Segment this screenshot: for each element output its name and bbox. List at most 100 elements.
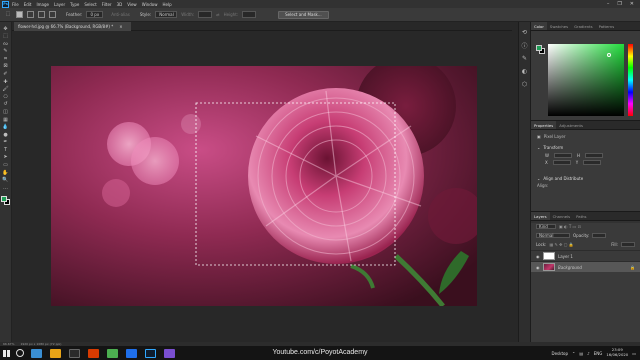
taskbar-app-icon[interactable] <box>107 348 118 358</box>
menu-window[interactable]: Window <box>142 2 158 7</box>
add-selection-icon[interactable] <box>27 11 34 18</box>
taskbar-app-icon[interactable] <box>31 348 42 358</box>
blend-mode-select[interactable]: Normal <box>536 233 570 238</box>
tab-properties[interactable]: Properties <box>531 121 557 129</box>
taskbar-app-icon[interactable] <box>50 348 61 358</box>
close-tab-icon[interactable]: × <box>119 24 122 29</box>
gradient-icon[interactable]: ▦ <box>2 117 10 123</box>
frame-icon[interactable]: ⊠ <box>2 64 10 70</box>
antialias-checkbox[interactable]: Anti-alias <box>111 12 130 17</box>
lasso-icon[interactable]: ᔓ <box>2 41 10 47</box>
menu-select[interactable]: Select <box>84 2 96 7</box>
minimize-button[interactable]: – <box>607 1 610 7</box>
volume-icon[interactable]: ♪ <box>587 351 590 356</box>
network-icon[interactable]: ▤ <box>579 351 583 356</box>
tab-adjustments[interactable]: Adjustments <box>556 121 586 129</box>
x-field[interactable] <box>552 160 571 165</box>
fill-input[interactable] <box>621 242 635 247</box>
menu-image[interactable]: Image <box>36 2 49 7</box>
close-button[interactable]: ✕ <box>630 1 634 7</box>
tab-gradients[interactable]: Gradients <box>571 22 596 30</box>
eraser-icon[interactable]: ◫ <box>2 109 10 115</box>
move-icon[interactable]: ✥ <box>2 26 10 32</box>
height-field[interactable] <box>584 153 603 158</box>
taskbar-photoshop-icon[interactable] <box>145 348 156 358</box>
healing-icon[interactable]: ✚ <box>2 79 10 85</box>
width-field[interactable] <box>553 153 572 158</box>
pen-icon[interactable]: ✒ <box>2 140 10 146</box>
clock[interactable]: 23:09 16/06/2020 <box>606 348 628 357</box>
taskbar-app-icon[interactable] <box>88 348 99 358</box>
swap-icon[interactable]: ⇄ <box>216 12 219 17</box>
search-icon[interactable] <box>16 349 24 357</box>
taskbar-app-icon[interactable] <box>126 348 137 358</box>
stamp-icon[interactable]: ⎔ <box>2 94 10 100</box>
tab-swatches[interactable]: Swatches <box>547 22 571 30</box>
taskbar-app-icon[interactable] <box>164 348 175 358</box>
feather-input[interactable]: 0 px <box>86 11 104 18</box>
intersect-selection-icon[interactable] <box>49 11 56 18</box>
y-field[interactable] <box>583 160 602 165</box>
subtract-selection-icon[interactable] <box>38 11 45 18</box>
brush-settings-icon[interactable]: ✎ <box>521 54 529 62</box>
opacity-input[interactable] <box>592 233 607 238</box>
visibility-eye-icon[interactable]: ◉ <box>536 265 540 270</box>
menu-3d[interactable]: 3D <box>117 2 123 7</box>
color-swatches[interactable] <box>0 195 11 206</box>
transform-section[interactable]: ⌄ Transform <box>537 144 634 151</box>
hand-icon[interactable]: ✋ <box>2 170 10 176</box>
align-section[interactable]: ⌄ Align and Distribute <box>537 175 634 182</box>
layer-row[interactable]: ◉ Layer 1 <box>531 250 640 261</box>
tab-channels[interactable]: Channels <box>550 212 574 220</box>
quick-select-icon[interactable]: ✎ <box>2 49 10 55</box>
document-tab[interactable]: flower-hd.jpg @ 66.7% (Background, RGB/8… <box>14 22 131 31</box>
image-canvas[interactable] <box>51 66 477 306</box>
eyedropper-icon[interactable]: ✐ <box>2 71 10 77</box>
menu-file[interactable]: File <box>12 2 19 7</box>
paths-panel-icon[interactable]: ⬡ <box>521 80 529 88</box>
maximize-button[interactable]: ❐ <box>617 1 621 7</box>
width-input[interactable] <box>198 11 213 18</box>
menu-layer[interactable]: Layer <box>54 2 65 7</box>
type-icon[interactable]: T <box>2 147 10 153</box>
kind-filter-select[interactable]: Kind <box>536 224 556 229</box>
style-select[interactable]: Normal <box>155 11 178 18</box>
history-brush-icon[interactable]: ↺ <box>2 102 10 108</box>
select-and-mask-button[interactable]: Select and Mask... <box>278 10 329 19</box>
layer-row[interactable]: ◉ Background 🔒 <box>531 261 640 272</box>
tab-color[interactable]: Color <box>531 22 547 30</box>
menu-filter[interactable]: Filter <box>102 2 112 7</box>
lock-icons[interactable]: ▦ ✎ ✥ ▢ 🔒 <box>549 242 573 247</box>
language-indicator[interactable]: ENG <box>594 351 603 356</box>
foreground-color-swatch[interactable] <box>0 195 7 202</box>
marquee-icon[interactable]: ⬚ <box>2 34 10 40</box>
zoom-icon[interactable]: 🔍 <box>2 178 10 184</box>
height-input[interactable] <box>242 11 257 18</box>
menu-view[interactable]: View <box>127 2 137 7</box>
tray-up-icon[interactable]: ⌃ <box>572 351 575 356</box>
tab-layers[interactable]: Layers <box>531 212 550 220</box>
color-picker-field[interactable] <box>548 44 624 116</box>
menu-help[interactable]: Help <box>162 2 171 7</box>
tab-patterns[interactable]: Patterns <box>596 22 618 30</box>
new-selection-icon[interactable] <box>16 11 23 18</box>
brush-icon[interactable]: 🖌 <box>2 87 10 93</box>
adjust-panel-icon[interactable]: ◐ <box>521 67 529 75</box>
color-picker-cursor[interactable] <box>607 53 611 57</box>
crop-icon[interactable]: ⌗ <box>2 56 10 62</box>
menu-type[interactable]: Type <box>70 2 79 7</box>
notifications-icon[interactable]: ▭ <box>632 351 636 356</box>
hue-slider[interactable] <box>628 44 633 116</box>
path-select-icon[interactable]: ➤ <box>2 155 10 161</box>
shape-icon[interactable]: ▭ <box>2 162 10 168</box>
tab-paths[interactable]: Paths <box>573 212 589 220</box>
history-icon[interactable]: ⟲ <box>521 28 529 36</box>
more-icon[interactable]: … <box>2 185 10 191</box>
start-button[interactable] <box>0 347 13 360</box>
menu-edit[interactable]: Edit <box>24 2 32 7</box>
filter-icons[interactable]: ▣ ◐ T ▭ ⊡ <box>559 224 581 229</box>
dodge-icon[interactable]: ● <box>2 132 10 138</box>
visibility-eye-icon[interactable]: ◉ <box>536 254 540 259</box>
panel-foreground-swatch[interactable] <box>536 45 542 51</box>
info-icon[interactable]: ⓘ <box>521 41 529 50</box>
